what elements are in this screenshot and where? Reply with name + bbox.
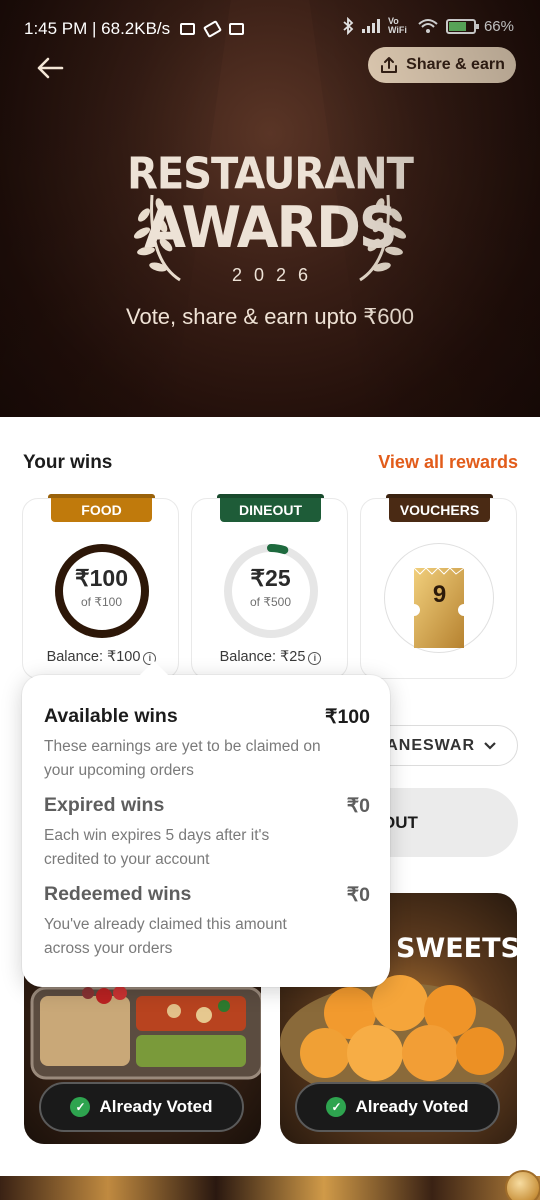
voucher-count: 9 (432, 581, 447, 608)
your-wins-heading: Your wins (23, 452, 113, 473)
notification-icon (202, 20, 222, 38)
row-description: You've already claimed this amount acros… (44, 916, 287, 957)
city-selector[interactable]: ANESWAR (370, 725, 518, 766)
bottom-banner-strip (0, 1176, 540, 1200)
win-amount: ₹100 (74, 565, 128, 591)
row-amount: ₹0 (346, 795, 370, 817)
food-wins-card[interactable]: FOOD ₹100 of ₹100 Balance: ₹100 i (22, 497, 179, 679)
hero-banner: 1:45 PM | 68.2KB/s Vo WiFi 66% Share & e… (0, 0, 540, 417)
restaurant-awards-logo: RESTAURANT AWARDS 2026 (120, 145, 420, 295)
win-total: of ₹100 (81, 595, 122, 609)
row-title: Available wins (44, 705, 178, 727)
already-voted-button[interactable]: ✓ Already Voted (39, 1082, 244, 1132)
chevron-down-icon (484, 741, 496, 750)
vowifi-label: Vo WiFi (387, 16, 407, 35)
battery-percent: 66% (483, 17, 514, 35)
check-icon: ✓ (70, 1097, 91, 1117)
row-title: Expired wins (44, 794, 165, 816)
share-icon (381, 57, 398, 73)
win-total: of ₹500 (250, 595, 291, 609)
balance-value: Balance: ₹25 (219, 649, 306, 665)
row-amount: ₹100 (325, 706, 370, 728)
notification-icon (229, 23, 245, 35)
status-bar: 1:45 PM | 68.2KB/s Vo WiFi 66% (0, 0, 540, 60)
back-arrow-icon (37, 57, 64, 79)
notification-icon (179, 23, 195, 35)
vouchers-card[interactable]: VOUCHERS 9 (360, 497, 517, 679)
card-tag: FOOD (51, 497, 152, 522)
check-icon: ✓ (326, 1097, 347, 1117)
balance-value: Balance: ₹100 (46, 649, 141, 665)
wifi-icon (418, 19, 438, 33)
balance-text: Balance: ₹25 i (192, 649, 349, 665)
win-amount: ₹25 (250, 565, 291, 591)
view-all-rewards-link[interactable]: View all rewards (378, 452, 518, 473)
hero-tagline: Vote, share & earn upto ₹600 (126, 304, 414, 329)
laurel-right-icon (359, 194, 407, 282)
share-earn-label: Share & earn (406, 56, 505, 73)
wins-info-tooltip: Available wins ₹100 These earnings are y… (22, 660, 390, 987)
signal-icon (361, 19, 380, 33)
award-title-line1: RESTAURANT (127, 148, 414, 200)
dineout-wins-card[interactable]: DINEOUT ₹25 of ₹500 Balance: ₹25 i (191, 497, 349, 679)
vote-card-title: SWEETS (396, 933, 517, 964)
row-title: Redeemed wins (44, 883, 192, 905)
voted-label: Already Voted (355, 1097, 469, 1116)
row-amount: ₹0 (346, 884, 370, 906)
voted-label: Already Voted (99, 1097, 213, 1116)
already-voted-button[interactable]: ✓ Already Voted (295, 1082, 500, 1132)
row-description: These earnings are yet to be claimed on … (44, 738, 321, 779)
back-button[interactable] (34, 52, 66, 84)
card-tag: DINEOUT (220, 497, 321, 522)
available-wins-row: Available wins ₹100 These earnings are y… (44, 705, 370, 783)
row-description: Each win expires 5 days after it's credi… (44, 827, 270, 868)
bluetooth-icon (343, 17, 354, 35)
card-tag: VOUCHERS (389, 497, 490, 522)
battery-icon (445, 18, 479, 34)
award-year: 2026 (231, 265, 321, 285)
award-title-line2: AWARDS (144, 194, 398, 261)
status-time: 1:45 PM | 68.2KB/s (24, 19, 171, 38)
info-icon[interactable]: i (308, 652, 322, 665)
city-label: ANESWAR (386, 736, 475, 754)
expired-wins-row: Expired wins ₹0 Each win expires 5 days … (44, 794, 370, 872)
coin-icon (505, 1170, 540, 1200)
redeemed-wins-row: Redeemed wins ₹0 You've already claimed … (44, 883, 370, 961)
share-earn-button[interactable]: Share & earn (368, 47, 516, 83)
